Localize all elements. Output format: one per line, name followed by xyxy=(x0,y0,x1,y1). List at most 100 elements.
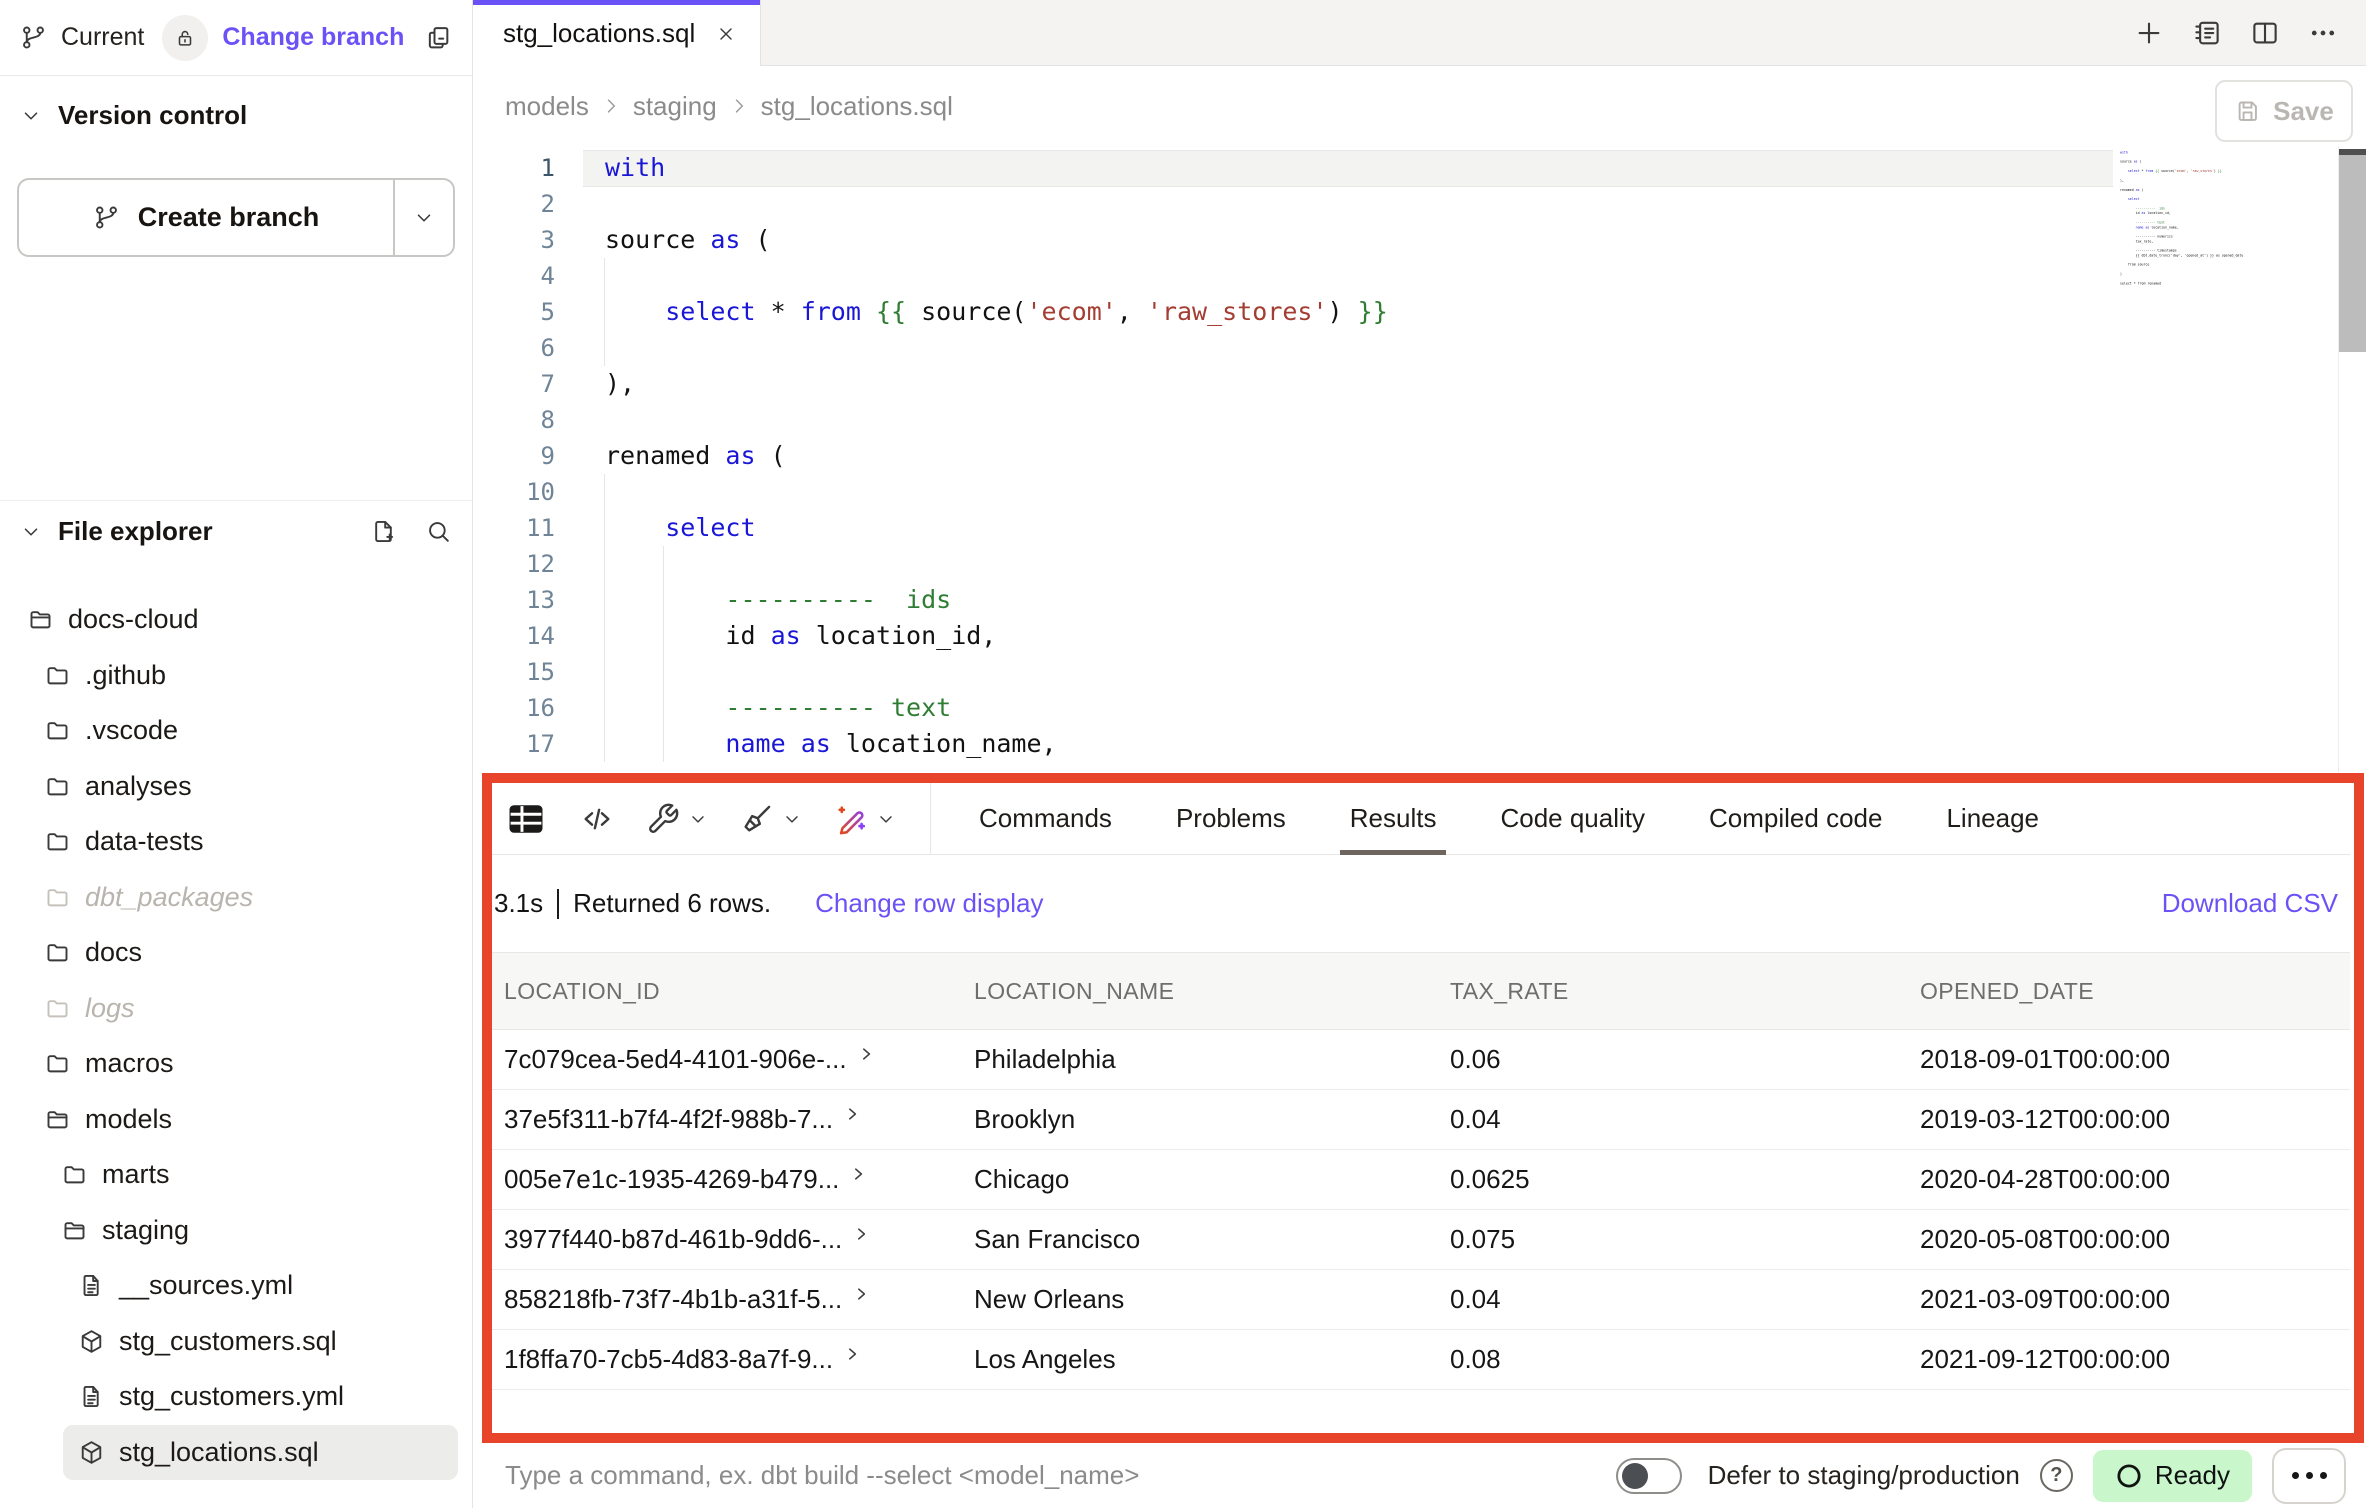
breadcrumb-item[interactable]: stg_locations.sql xyxy=(761,91,953,122)
editor-header: models staging stg_locations.sql Save xyxy=(473,66,2366,146)
breadcrumb-item[interactable]: staging xyxy=(633,91,717,122)
format-button[interactable] xyxy=(740,802,802,836)
scrollbar-thumb[interactable] xyxy=(2339,155,2366,352)
panel-tab-problems[interactable]: Problems xyxy=(1176,783,1286,854)
chevron-down-icon xyxy=(688,809,708,829)
expand-cell-icon[interactable] xyxy=(843,1105,861,1123)
command-input[interactable]: Type a command, ex. dbt build --select <… xyxy=(505,1460,1139,1491)
file-label: analyses xyxy=(85,771,192,802)
file-explorer-header[interactable]: File explorer xyxy=(20,516,452,547)
change-branch-link[interactable]: Change branch xyxy=(222,23,404,52)
editor-list-icon[interactable] xyxy=(2192,18,2222,48)
panel-tab-commands[interactable]: Commands xyxy=(979,783,1112,854)
file-label: docs-cloud xyxy=(68,604,199,635)
copy-button[interactable] xyxy=(424,24,452,52)
panel-tabs: Commands Problems Results Code quality Compi… xyxy=(931,783,2039,854)
column-header-tax_rate: TAX_RATE xyxy=(1450,978,1920,1005)
panel-tab-compiled-code[interactable]: Compiled code xyxy=(1709,783,1882,854)
ready-status-badge[interactable]: Ready xyxy=(2093,1450,2252,1502)
file-label: __sources.yml xyxy=(119,1270,293,1301)
expand-cell-icon[interactable] xyxy=(857,1045,875,1063)
git-branch-icon xyxy=(93,204,120,231)
code-editor[interactable]: 1234567891011121314151617 withsource as … xyxy=(473,146,2366,772)
file-tree-item-data-tests[interactable]: data-tests xyxy=(0,814,468,870)
result-row[interactable]: 1f8ffa70-7cb5-4d83-8a7f-9...Los Angeles0… xyxy=(492,1330,2350,1390)
file-tree-item-stg-locations-sql[interactable]: stg_locations.sql xyxy=(63,1425,458,1481)
help-icon[interactable]: ? xyxy=(2040,1459,2073,1492)
folder-icon xyxy=(44,884,71,911)
file-tree-item-docs[interactable]: docs xyxy=(0,925,468,981)
chevron-down-icon xyxy=(782,809,802,829)
expand-cell-icon[interactable] xyxy=(843,1345,861,1363)
result-row[interactable]: 005e7e1c-1935-4269-b479...Chicago0.06252… xyxy=(492,1150,2350,1210)
expand-cell-icon[interactable] xyxy=(852,1285,870,1303)
cell: San Francisco xyxy=(974,1224,1450,1255)
status-bar-right: Defer to staging/production ? Ready xyxy=(1616,1448,2346,1504)
create-branch-button[interactable]: Create branch xyxy=(19,180,395,255)
save-button[interactable]: Save xyxy=(2215,80,2353,142)
cell: 2019-03-12T00:00:00 xyxy=(1920,1104,2350,1135)
tab-stg-locations-sql[interactable]: stg_locations.sql xyxy=(473,0,761,67)
meta-divider xyxy=(557,889,559,919)
new-tab-button plus-icon[interactable] xyxy=(2134,18,2164,48)
split-editor-icon[interactable] xyxy=(2250,18,2280,48)
editor-menu-icon[interactable] xyxy=(2308,18,2338,48)
file-tree-item-models[interactable]: models xyxy=(0,1092,468,1148)
query-elapsed: 3.1s xyxy=(494,888,543,919)
expand-cell-icon[interactable] xyxy=(849,1165,867,1183)
file-tree-item--sources-yml[interactable]: __sources.yml xyxy=(0,1258,468,1314)
results-table-body: 7c079cea-5ed4-4101-906e-...Philadelphia0… xyxy=(492,1030,2350,1390)
file-tree-item-docs-cloud[interactable]: docs-cloud xyxy=(0,592,468,648)
new-file-icon[interactable] xyxy=(370,518,397,545)
result-row[interactable]: 37e5f311-b7f4-4f2f-988b-7...Brooklyn0.04… xyxy=(492,1090,2350,1150)
chevron-down-icon xyxy=(20,521,42,543)
code-lines[interactable]: withsource as ( select * from {{ source(… xyxy=(605,150,1388,762)
result-row[interactable]: 858218fb-73f7-4b1b-a31f-5...New Orleans0… xyxy=(492,1270,2350,1330)
file-tree-item-staging[interactable]: staging xyxy=(0,1203,468,1259)
cell: 0.075 xyxy=(1450,1224,1920,1255)
version-control-header[interactable]: Version control xyxy=(20,100,247,131)
result-row[interactable]: 3977f440-b87d-461b-9dd6-...San Francisco… xyxy=(492,1210,2350,1270)
change-row-display-link[interactable]: Change row display xyxy=(815,888,1043,919)
file-tree-item--github[interactable]: .github xyxy=(0,648,468,704)
copy-icon xyxy=(424,24,452,52)
results-table-icon[interactable] xyxy=(504,797,548,841)
panel-tab-code-quality[interactable]: Code quality xyxy=(1500,783,1645,854)
expand-cell-icon[interactable] xyxy=(852,1225,870,1243)
result-row[interactable]: 7c079cea-5ed4-4101-906e-...Philadelphia0… xyxy=(492,1030,2350,1090)
file-tree-item-dbt-packages[interactable]: dbt_packages xyxy=(0,870,468,926)
cell: New Orleans xyxy=(974,1284,1450,1315)
panel-tab-lineage[interactable]: Lineage xyxy=(1946,783,2039,854)
file-label: dbt_packages xyxy=(85,882,253,913)
defer-toggle[interactable] xyxy=(1616,1458,1682,1494)
cell: 0.08 xyxy=(1450,1344,1920,1375)
file-tree-item-macros[interactable]: macros xyxy=(0,1036,468,1092)
build-tools-button[interactable] xyxy=(646,802,708,836)
cell: 0.04 xyxy=(1450,1104,1920,1135)
search-icon[interactable] xyxy=(425,518,452,545)
create-branch-menu-button[interactable] xyxy=(395,180,453,255)
chevron-down-icon xyxy=(413,207,435,229)
file-explorer-title: File explorer xyxy=(58,516,213,547)
close-tab-button[interactable] xyxy=(716,24,736,44)
ai-assist-button[interactable] xyxy=(834,802,896,836)
sidebar: Current Change branch Version control Cr… xyxy=(0,0,473,1508)
download-csv-link[interactable]: Download CSV xyxy=(2162,888,2338,919)
file-tree-item-stg-customers-yml[interactable]: stg_customers.yml xyxy=(0,1369,468,1425)
breadcrumb-item[interactable]: models xyxy=(505,91,589,122)
compiled-sql-button[interactable] xyxy=(580,802,614,836)
file-tree-item-analyses[interactable]: analyses xyxy=(0,759,468,815)
panel-tab-results[interactable]: Results xyxy=(1350,783,1437,854)
file-tree-item-logs[interactable]: logs xyxy=(0,981,468,1037)
cell-location-id: 1f8ffa70-7cb5-4d83-8a7f-9... xyxy=(504,1344,974,1375)
file-tree-item--vscode[interactable]: .vscode xyxy=(0,703,468,759)
file-tree-item-stg-customers-sql[interactable]: stg_customers.sql xyxy=(0,1314,468,1370)
version-control-title: Version control xyxy=(58,100,247,131)
line-number-gutter: 1234567891011121314151617 xyxy=(473,150,555,762)
git-branch-icon xyxy=(20,24,47,51)
folder-icon xyxy=(44,662,71,689)
chevron-down-icon xyxy=(20,105,42,127)
minimap[interactable]: withsource as ( select * from {{ source(… xyxy=(2120,150,2330,292)
more-options-button[interactable] xyxy=(2272,1448,2346,1504)
file-tree-item-marts[interactable]: marts xyxy=(0,1147,468,1203)
